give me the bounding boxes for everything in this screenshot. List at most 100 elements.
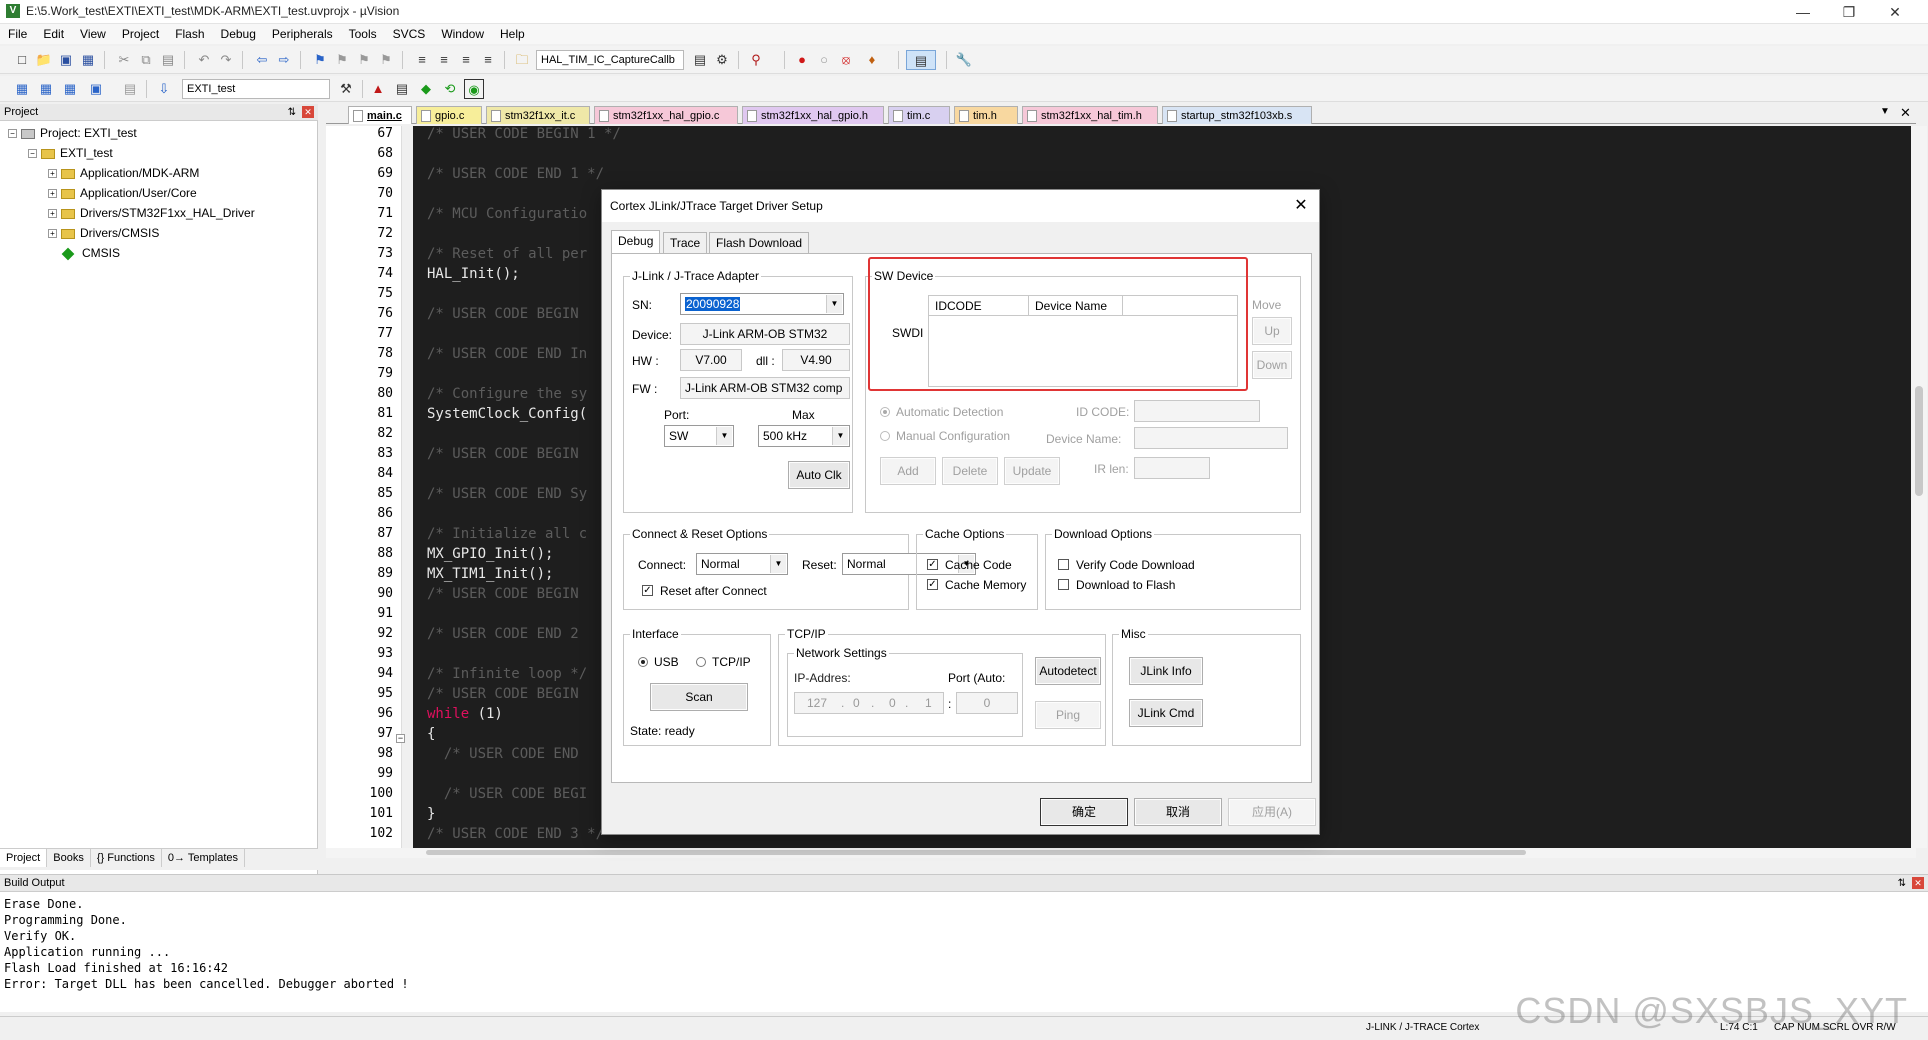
rebuild-icon[interactable]: ▦ <box>60 79 80 99</box>
copy-icon[interactable]: ⧉ <box>136 50 156 70</box>
port-select[interactable]: SW ▼ <box>664 425 734 447</box>
build-icon[interactable]: ▦ <box>36 79 56 99</box>
tree-group-user-core[interactable]: + Application/User/Core <box>48 184 197 202</box>
scan-button[interactable]: Scan <box>650 683 748 711</box>
sn-select[interactable]: 20090928 ▼ <box>680 293 844 315</box>
close-window-button[interactable]: ✕ <box>1872 0 1918 24</box>
tree-group-cmsis[interactable]: CMSIS <box>61 244 120 262</box>
cut-icon[interactable]: ✂ <box>114 50 134 70</box>
manage-project-icon[interactable]: ▲ <box>368 79 388 99</box>
usb-radio[interactable] <box>638 657 648 667</box>
port-field[interactable]: 0 <box>956 692 1018 714</box>
file-tab-main-c[interactable]: main.c <box>348 106 412 124</box>
download-to-flash-checkbox[interactable] <box>1058 579 1069 590</box>
unindent-icon[interactable]: ≡ <box>434 50 454 70</box>
window-layout-icon[interactable]: ▤ <box>906 50 936 70</box>
function-combo[interactable]: HAL_TIM_IC_CaptureCallb <box>536 50 684 70</box>
batch-build-icon[interactable]: ▣ <box>86 79 106 99</box>
comment-icon[interactable]: ≡ <box>456 50 476 70</box>
pin-icon[interactable]: ⇅ <box>288 104 296 121</box>
verify-download-checkbox[interactable] <box>1058 559 1069 570</box>
close-icon[interactable]: ✕ <box>1289 194 1313 218</box>
menu-peripherals[interactable]: Peripherals <box>264 24 341 44</box>
menu-edit[interactable]: Edit <box>35 24 72 44</box>
tab-list-icon[interactable]: ▼ <box>1880 106 1890 117</box>
tab-trace[interactable]: Trace <box>663 232 708 254</box>
hscroll-thumb[interactable] <box>426 850 1526 855</box>
menu-svcs[interactable]: SVCS <box>385 24 434 44</box>
ok-button[interactable]: 确定 <box>1040 798 1128 826</box>
select-packs-icon[interactable]: ▤ <box>392 79 412 99</box>
menu-project[interactable]: Project <box>114 24 167 44</box>
file-tab-hal-tim-h[interactable]: stm32f1xx_hal_tim.h <box>1022 106 1158 124</box>
autodetect-button[interactable]: Autodetect <box>1035 657 1101 685</box>
auto-detection-radio[interactable] <box>880 407 890 417</box>
clear-bookmarks-icon[interactable]: ⚑ <box>376 50 396 70</box>
tab-flash-download[interactable]: Flash Download <box>709 232 810 254</box>
apply-button[interactable]: 应用(A) <box>1228 798 1316 826</box>
incremental-find-icon[interactable]: ⚙ <box>712 50 732 70</box>
reset-after-connect-checkbox[interactable]: ✓ <box>642 585 653 596</box>
connect-select[interactable]: Normal ▼ <box>696 553 788 575</box>
target-options-icon[interactable]: ⚒ <box>336 79 356 99</box>
tree-group-mdk-arm[interactable]: + Application/MDK-ARM <box>48 164 199 182</box>
save-all-icon[interactable]: ▦ <box>78 50 98 70</box>
tree-target[interactable]: − EXTI_test <box>28 144 113 162</box>
jlink-cmd-button[interactable]: JLink Cmd <box>1129 699 1203 727</box>
file-tab-tim-c[interactable]: tim.c <box>888 106 950 124</box>
bookmark-icon[interactable]: ⚑ <box>310 50 330 70</box>
manage-rte-icon[interactable]: ◆ <box>416 79 436 99</box>
tab-templates[interactable]: 0→ Templates <box>162 849 246 867</box>
translate-icon[interactable]: ▦ <box>12 79 32 99</box>
max-clock-select[interactable]: 500 kHz ▼ <box>758 425 850 447</box>
paste-icon[interactable]: ▤ <box>158 50 178 70</box>
find-in-files-icon[interactable]: 🗀 <box>512 50 532 70</box>
file-tab-hal-gpio-h[interactable]: stm32f1xx_hal_gpio.h <box>742 106 884 124</box>
close-panel-icon[interactable]: ✕ <box>302 106 314 118</box>
add-button[interactable]: Add <box>880 457 936 485</box>
tree-group-hal-driver[interactable]: + Drivers/STM32F1xx_HAL_Driver <box>48 204 255 222</box>
pin-icon[interactable]: ⇅ <box>1898 875 1906 892</box>
undo-icon[interactable]: ↶ <box>194 50 214 70</box>
cancel-button[interactable]: 取消 <box>1134 798 1222 826</box>
manual-config-radio[interactable] <box>880 431 890 441</box>
menu-flash[interactable]: Flash <box>167 24 212 44</box>
menu-file[interactable]: File <box>0 24 35 44</box>
redo-icon[interactable]: ↷ <box>216 50 236 70</box>
kill-breakpoints-icon[interactable]: ⦻ <box>836 50 856 70</box>
device-name-field[interactable] <box>1134 427 1288 449</box>
close-panel-icon[interactable]: ✕ <box>1912 877 1924 889</box>
editor-vertical-scrollbar[interactable] <box>1911 126 1927 848</box>
indent-icon[interactable]: ≡ <box>412 50 432 70</box>
menu-tools[interactable]: Tools <box>341 24 385 44</box>
configure-tools-icon[interactable]: 🔧 <box>954 50 974 70</box>
tab-functions[interactable]: {} Functions <box>91 849 162 867</box>
new-file-icon[interactable]: □ <box>12 50 32 70</box>
editor-horizontal-scrollbar[interactable] <box>326 848 1916 858</box>
ping-button[interactable]: Ping <box>1035 701 1101 729</box>
file-tab-tim-h[interactable]: tim.h <box>954 106 1018 124</box>
tab-project[interactable]: Project <box>0 849 48 867</box>
target-combo[interactable]: EXTI_test <box>182 79 330 99</box>
auto-clk-button[interactable]: Auto Clk <box>788 461 850 489</box>
prev-bookmark-icon[interactable]: ⚑ <box>332 50 352 70</box>
uncomment-icon[interactable]: ≡ <box>478 50 498 70</box>
find-icon[interactable]: ▤ <box>690 50 710 70</box>
next-bookmark-icon[interactable]: ⚑ <box>354 50 374 70</box>
file-tab-startup-s[interactable]: startup_stm32f103xb.s <box>1162 106 1312 124</box>
file-tab-gpio-c[interactable]: gpio.c <box>416 106 482 124</box>
tab-debug[interactable]: Debug <box>611 230 661 254</box>
menu-help[interactable]: Help <box>492 24 533 44</box>
menu-debug[interactable]: Debug <box>213 24 264 44</box>
debug-session-icon[interactable]: ⚲ <box>746 50 766 70</box>
cache-memory-checkbox[interactable]: ✓ <box>927 579 938 590</box>
update-icon[interactable]: ◉ <box>464 79 484 99</box>
id-code-field[interactable] <box>1134 400 1260 422</box>
move-up-button[interactable]: Up <box>1252 317 1292 345</box>
open-file-icon[interactable]: 📁 <box>34 50 54 70</box>
download-icon[interactable]: ⇩ <box>154 79 174 99</box>
stop-build-icon[interactable]: ▤ <box>120 79 140 99</box>
fold-marker-icon[interactable]: − <box>396 734 405 743</box>
jlink-info-button[interactable]: JLink Info <box>1129 657 1203 685</box>
move-down-button[interactable]: Down <box>1252 351 1292 379</box>
